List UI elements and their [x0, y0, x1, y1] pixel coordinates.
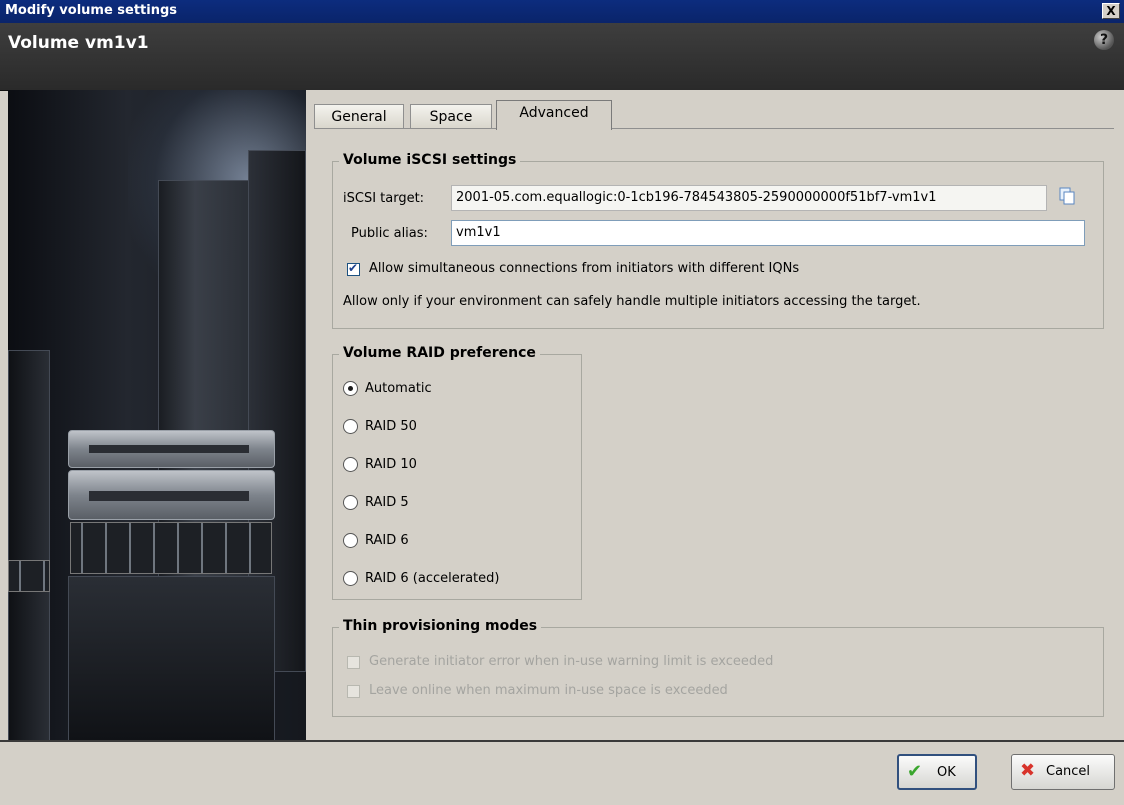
- ok-button[interactable]: ✔ OK: [897, 754, 977, 790]
- raid-6-label[interactable]: RAID 6: [365, 533, 409, 548]
- thin-provisioning-group: Thin provisioning modes Generate initiat…: [332, 618, 1104, 717]
- iscsi-settings-group: Volume iSCSI settings iSCSI target: 2001…: [332, 152, 1104, 329]
- help-icon[interactable]: ?: [1094, 30, 1114, 50]
- tab-space[interactable]: Space: [410, 104, 492, 129]
- raid-5-label[interactable]: RAID 5: [365, 495, 409, 510]
- tab-advanced[interactable]: Advanced: [496, 100, 612, 130]
- storage-unit-top: [68, 430, 275, 468]
- generate-initiator-error-label: Generate initiator error when in-use war…: [369, 654, 774, 669]
- close-icon[interactable]: X: [1102, 3, 1120, 19]
- volume-title: Volume vm1v1: [8, 33, 149, 53]
- raid-automatic-radio[interactable]: [343, 381, 358, 396]
- window-title: Modify volume settings: [5, 3, 178, 18]
- checkmark-icon: ✔: [907, 761, 923, 782]
- storage-base: [68, 576, 275, 740]
- allow-multiple-iqn-label[interactable]: Allow simultaneous connections from init…: [369, 261, 799, 276]
- raid-6-accelerated-radio[interactable]: [343, 571, 358, 586]
- advanced-panel: Volume iSCSI settings iSCSI target: 2001…: [314, 128, 1114, 737]
- window-title-bar: Modify volume settings X: [0, 0, 1124, 23]
- server-rack-left: [8, 350, 50, 740]
- raid-10-label[interactable]: RAID 10: [365, 457, 417, 472]
- raid-6-radio[interactable]: [343, 533, 358, 548]
- storage-unit-middle: [68, 470, 275, 520]
- dialog-header: Volume vm1v1 ?: [0, 23, 1124, 91]
- public-alias-input[interactable]: vm1v1: [451, 220, 1085, 246]
- hardware-illustration: [8, 90, 306, 740]
- raid-50-radio[interactable]: [343, 419, 358, 434]
- settings-content: General Space Advanced Volume iSCSI sett…: [306, 90, 1124, 740]
- cancel-button-label: Cancel: [1046, 764, 1091, 779]
- leave-online-checkbox[interactable]: [347, 685, 360, 698]
- allow-multiple-iqn-note: Allow only if your environment can safel…: [343, 294, 921, 309]
- dialog-button-bar: ✔ OK ✖ Cancel: [0, 740, 1124, 805]
- raid-preference-group: Volume RAID preference Automatic RAID 50…: [332, 345, 582, 600]
- raid-50-label[interactable]: RAID 50: [365, 419, 417, 434]
- iscsi-target-field[interactable]: 2001-05.com.equallogic:0-1cb196-78454380…: [451, 185, 1047, 211]
- thin-provisioning-legend: Thin provisioning modes: [339, 618, 542, 634]
- cancel-button[interactable]: ✖ Cancel: [1011, 754, 1115, 790]
- public-alias-label: Public alias:: [351, 226, 428, 241]
- rack-disk-row: [8, 560, 50, 592]
- raid-5-radio[interactable]: [343, 495, 358, 510]
- cancel-x-icon: ✖: [1020, 760, 1036, 781]
- raid-6-accelerated-label[interactable]: RAID 6 (accelerated): [365, 571, 499, 586]
- raid-preference-legend: Volume RAID preference: [339, 345, 540, 361]
- tab-general[interactable]: General: [314, 104, 404, 129]
- allow-multiple-iqn-checkbox[interactable]: [347, 261, 360, 276]
- storage-disk-array: [70, 522, 272, 574]
- ok-button-label: OK: [937, 765, 956, 780]
- copy-icon[interactable]: [1057, 186, 1077, 206]
- raid-10-radio[interactable]: [343, 457, 358, 472]
- iscsi-target-label: iSCSI target:: [343, 191, 425, 206]
- generate-initiator-error-checkbox[interactable]: [347, 656, 360, 669]
- raid-automatic-label[interactable]: Automatic: [365, 381, 432, 396]
- iscsi-settings-legend: Volume iSCSI settings: [339, 152, 521, 168]
- leave-online-label: Leave online when maximum in-use space i…: [369, 683, 728, 698]
